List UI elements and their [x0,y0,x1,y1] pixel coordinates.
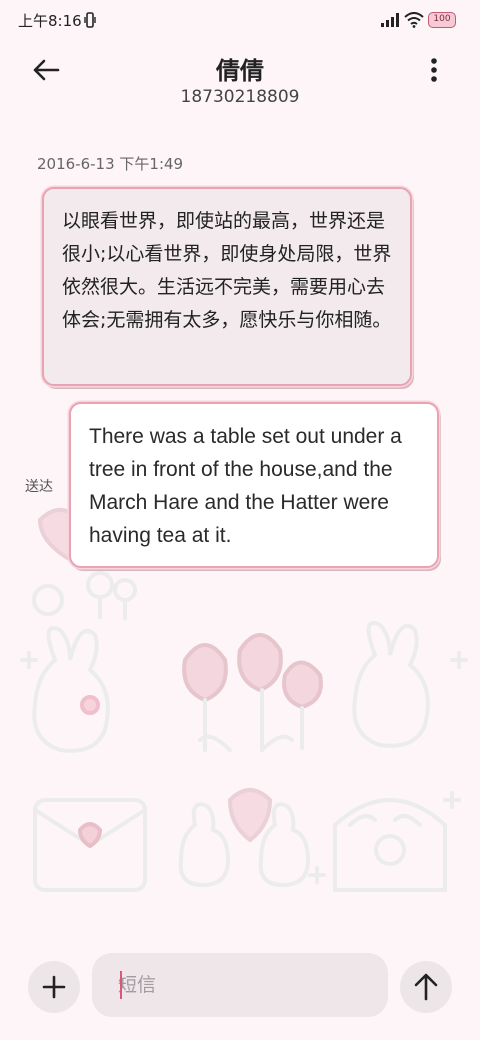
outgoing-message-bubble[interactable]: There was a table set out under a tree i… [69,402,439,568]
contact-name: 倩倩 [216,57,264,85]
text-cursor [120,971,122,999]
arrow-up-icon [414,973,438,1001]
plus-icon [42,975,66,999]
message-timestamp: 2016-6-13 下午1:49 [37,155,184,173]
delivery-status: 送达 [25,479,53,495]
add-attachment-button[interactable] [28,961,80,1013]
more-vertical-icon [431,58,437,82]
send-button[interactable] [400,961,452,1013]
more-options-button[interactable] [420,52,448,88]
battery-icon: 100 [428,12,456,28]
status-bar: 上午8:16 100 [0,0,480,40]
outgoing-message-text: There was a table set out under a tree i… [89,425,402,547]
wifi-icon [404,12,424,28]
vibrate-icon [84,12,96,28]
signal-icon [381,13,399,27]
status-time: 上午8:16 [18,12,82,30]
incoming-message-text: 以眼看世界，即使站的最高，世界还是很小;以心看世界，即使身处局限，世界依然很大。… [62,210,392,331]
message-input[interactable] [92,953,388,1017]
incoming-message-bubble[interactable]: 以眼看世界，即使站的最高，世界还是很小;以心看世界，即使身处局限，世界依然很大。… [42,187,412,386]
contact-number: 18730218809 [180,87,300,107]
